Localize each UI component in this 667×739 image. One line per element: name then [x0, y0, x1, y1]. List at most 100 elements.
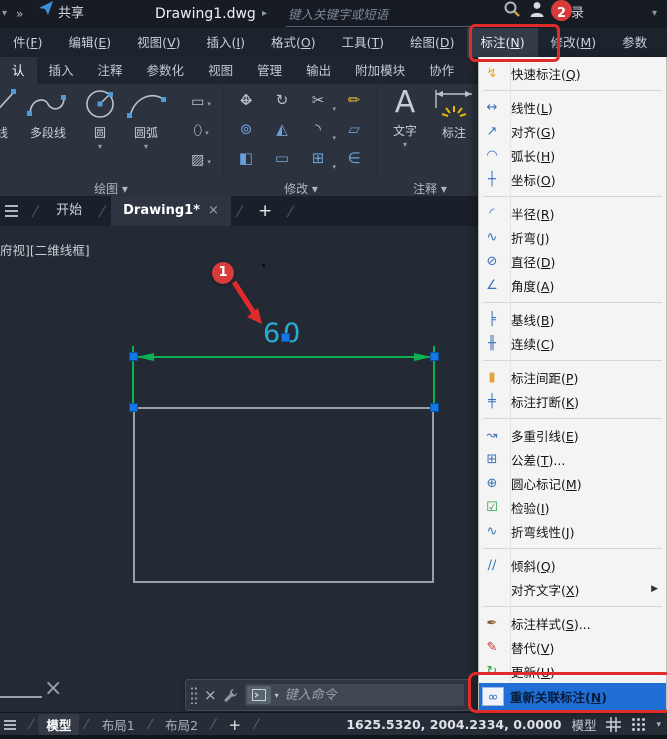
stretch-icon[interactable]: ◧	[228, 144, 264, 173]
command-bar-drag-handle[interactable]	[190, 686, 198, 704]
menu-item[interactable]: ┼坐标(O)	[479, 167, 666, 191]
ribbon-tab[interactable]: 管理	[245, 57, 294, 84]
menu-item[interactable]: ╪标注打断(K)	[479, 389, 666, 413]
command-prompt-icon[interactable]	[247, 686, 271, 704]
menu-item[interactable]: ⊘直径(D)	[479, 249, 666, 273]
tab-drawing1[interactable]: Drawing1*×	[111, 196, 231, 226]
menu-item[interactable]: ▮标注间距(P)	[479, 365, 666, 389]
rotate-icon[interactable]: ↻	[264, 86, 300, 115]
menubar-item[interactable]: 视图(V)	[124, 28, 193, 57]
dimension-line[interactable]	[133, 356, 434, 358]
tab-start[interactable]: 开始	[44, 196, 94, 226]
grip-dimension-right[interactable]	[430, 352, 439, 361]
hatch-caret-icon[interactable]: ▾	[207, 158, 211, 166]
menu-item[interactable]: ◠弧长(H)	[479, 143, 666, 167]
share-label[interactable]: 共享	[58, 0, 84, 28]
menu-item[interactable]: ✎替代(V)	[479, 635, 666, 659]
menu-item[interactable]: ↯快速标注(Q)	[479, 61, 666, 85]
menubar-item[interactable]: 绘图(D)	[397, 28, 467, 57]
menu-item[interactable]: ⊕圆心标记(M)	[479, 471, 666, 495]
quick-access-expand-icon[interactable]: »	[16, 0, 21, 28]
text-tool[interactable]: A 文字 ▾	[384, 86, 426, 149]
grid-display-icon[interactable]	[606, 717, 621, 732]
menu-item[interactable]: ↝多重引线(E)	[479, 423, 666, 447]
menubar-item[interactable]: 格式(O)	[258, 28, 329, 57]
share-plane-icon[interactable]	[38, 0, 54, 16]
search-input[interactable]	[286, 3, 500, 27]
snap-mode-icon[interactable]	[631, 717, 646, 732]
menubar-item[interactable]: 工具(T)	[329, 28, 397, 57]
tab-close-icon[interactable]: ×	[208, 203, 219, 218]
search-icon[interactable]	[503, 0, 521, 18]
menubar-item[interactable]: 件(F)	[0, 28, 55, 57]
menu-item[interactable]: ∕∕倾斜(Q)	[479, 553, 666, 577]
menubar-item[interactable]: 编辑(E)	[55, 28, 124, 57]
menu-item[interactable]: ◜半径(R)	[479, 201, 666, 225]
menu-item[interactable]: ╞基线(B)	[479, 307, 666, 331]
menu-item[interactable]: ∿折弯(J)	[479, 225, 666, 249]
command-input[interactable]	[283, 687, 464, 704]
trim-icon[interactable]: ✂▾	[300, 86, 336, 115]
offset-icon[interactable]: ∈	[336, 144, 372, 173]
hatch-icon[interactable]: ▨▾	[182, 146, 220, 175]
login-label[interactable]: 录	[571, 0, 584, 28]
menu-item[interactable]: ✒标注样式(S)...	[479, 611, 666, 635]
menu-item[interactable]: ↗对齐(G)	[479, 119, 666, 143]
ribbon-tab[interactable]: 协作	[417, 57, 466, 84]
circle-tool-caret-icon[interactable]: ▾	[80, 142, 120, 151]
fillet-icon[interactable]: ◝▾	[300, 115, 336, 144]
menu-item[interactable]: ╫连续(C)	[479, 331, 666, 355]
layout-menu-icon[interactable]	[0, 720, 24, 730]
ribbon-tab[interactable]: 视图	[196, 57, 245, 84]
arc-tool[interactable]: 圆弧 ▾	[122, 86, 170, 151]
new-layout-button[interactable]: +	[220, 716, 249, 734]
grip-dimension-left[interactable]	[129, 352, 138, 361]
dimension-tool[interactable]: 标注	[430, 86, 478, 141]
viewport-label[interactable]: 府视][二维线框]	[0, 240, 90, 259]
menu-item[interactable]: ⊞公差(T)...	[479, 447, 666, 471]
command-history-caret-icon[interactable]: ▾	[271, 691, 283, 700]
menubar-item[interactable]: 插入(I)	[194, 28, 258, 57]
titlebar-dropdown-icon[interactable]: ▾	[652, 0, 657, 28]
line-tool[interactable]: 线	[0, 86, 18, 141]
copy-icon[interactable]: ⊚	[228, 115, 264, 144]
move-icon[interactable]: ↔↕	[228, 86, 264, 115]
polyline-tool[interactable]: 多段线	[22, 86, 74, 141]
ribbon-tab[interactable]: 插入	[37, 57, 86, 84]
ribbon-tab[interactable]: 注释	[86, 57, 135, 84]
menubar-item[interactable]: 参数	[609, 28, 660, 57]
title-flyout-icon[interactable]: ▸	[262, 0, 267, 28]
new-tab-button[interactable]: +	[248, 196, 282, 226]
rectangle-entity[interactable]	[133, 407, 434, 583]
account-icon[interactable]	[528, 0, 546, 18]
layout-tab-3[interactable]: 布局2	[157, 714, 206, 735]
arc-tool-caret-icon[interactable]: ▾	[122, 142, 170, 151]
box-icon[interactable]: ▱	[336, 115, 372, 144]
menu-item[interactable]: ∠角度(A)	[479, 273, 666, 297]
erase-icon[interactable]: ✏	[336, 86, 372, 115]
text-tool-caret-icon[interactable]: ▾	[384, 140, 426, 149]
customize-wrench-icon[interactable]	[223, 687, 239, 703]
array-icon[interactable]: ⊞▾	[300, 144, 336, 173]
draw-panel-label[interactable]: 绘图 ▾	[0, 180, 222, 197]
ellipse-caret-icon[interactable]: ▾	[205, 129, 209, 137]
menu-item[interactable]: ☑检验(I)	[479, 495, 666, 519]
ribbon-tab[interactable]: 输出	[294, 57, 343, 84]
grip-dimension-text[interactable]	[281, 333, 290, 342]
ellipse-icon[interactable]: ⬯▾	[182, 117, 220, 146]
menu-item[interactable]: 对齐文字(X)▶	[479, 577, 666, 601]
modify-panel-label[interactable]: 修改 ▾	[228, 180, 374, 197]
layout-tab-2[interactable]: 布局1	[94, 714, 143, 735]
grip-rectangle-left[interactable]	[129, 403, 138, 412]
layout-tab-1[interactable]: 模型	[38, 714, 79, 735]
status-options-caret-icon[interactable]: ▾	[656, 720, 661, 730]
command-bar-close-icon[interactable]: ×	[198, 686, 223, 704]
menu-item[interactable]: ∿折弯线性(J)	[479, 519, 666, 543]
annotation-panel-label[interactable]: 注释 ▾	[382, 180, 478, 197]
model-space-button[interactable]: 模型	[571, 715, 596, 734]
rectangle-caret-icon[interactable]: ▾	[207, 100, 211, 108]
rectangle-icon[interactable]: ▭▾	[182, 88, 220, 117]
ribbon-tab[interactable]: 附加模块	[343, 57, 417, 84]
mirror-icon[interactable]: ◭	[264, 115, 300, 144]
quick-access-caret-icon[interactable]: ▾	[2, 0, 7, 28]
